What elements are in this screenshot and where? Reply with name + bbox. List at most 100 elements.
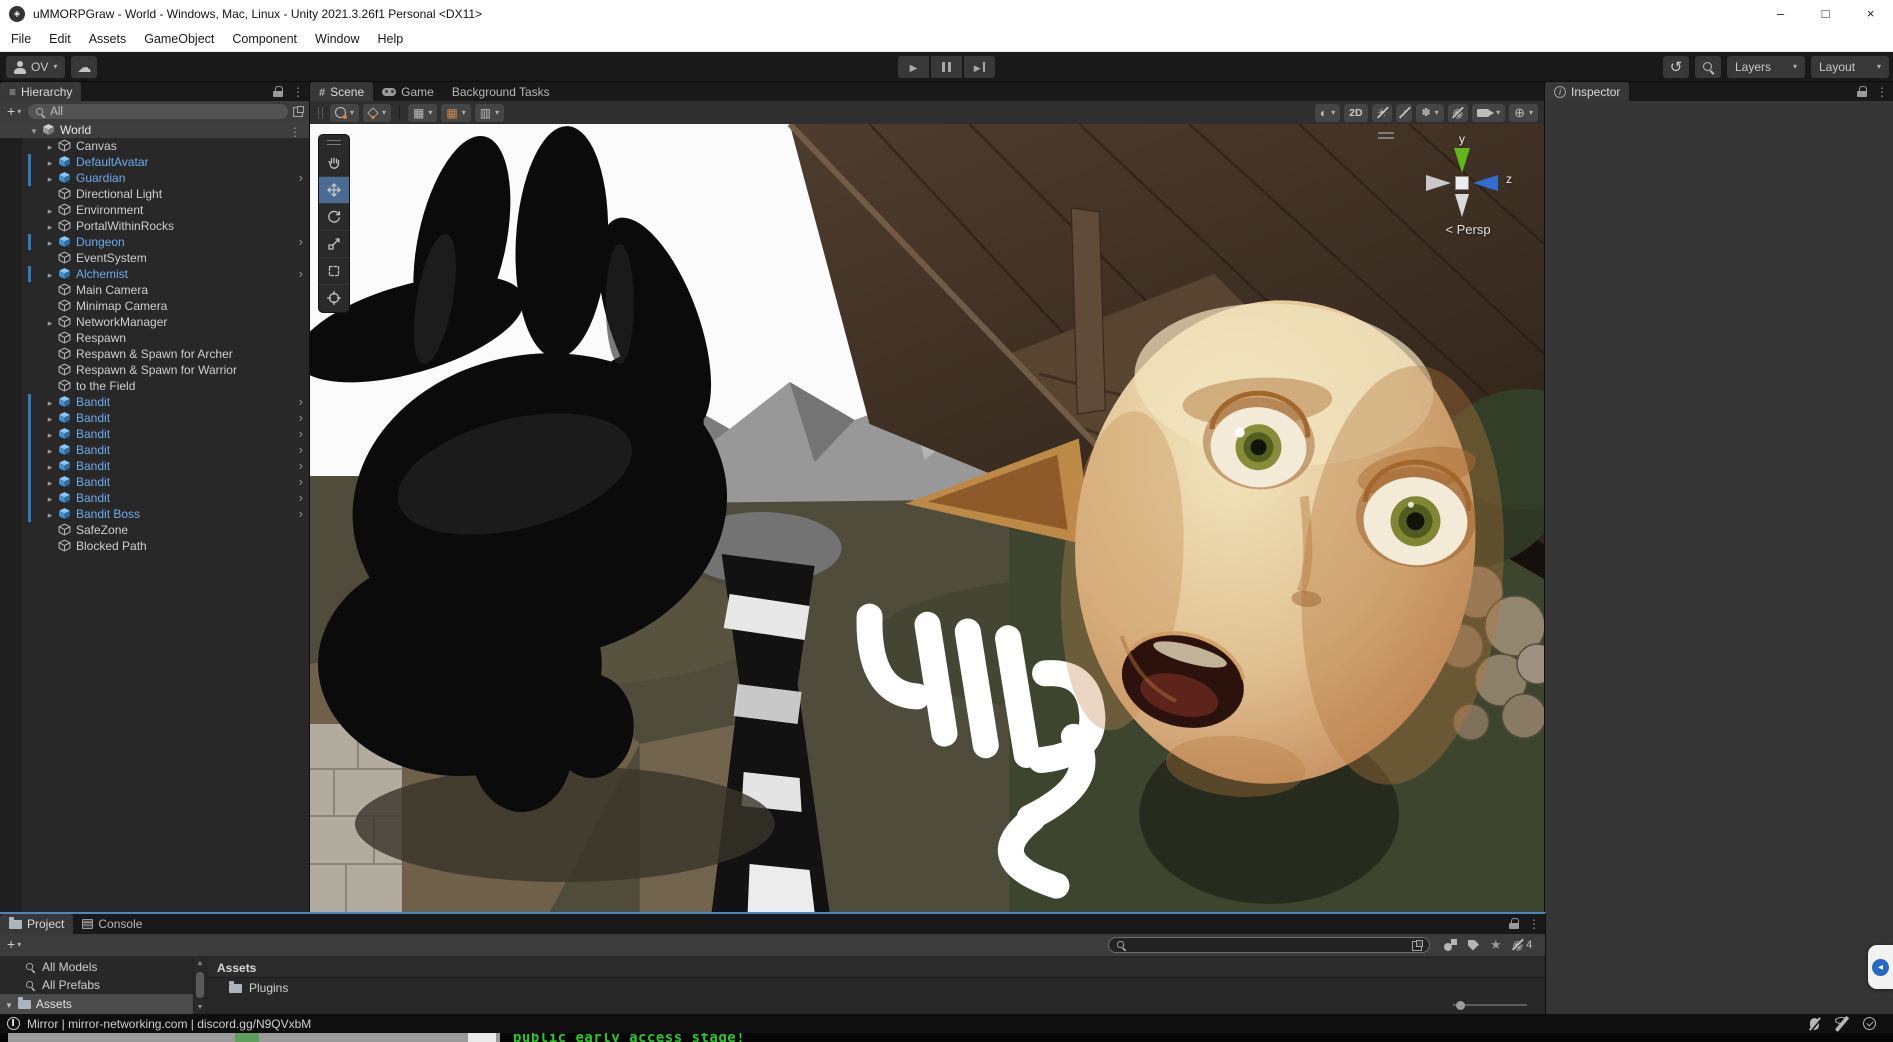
expand-arrow-icon[interactable] (28, 122, 40, 138)
tab-inspector[interactable]: Inspector (1545, 82, 1629, 101)
tab-project[interactable]: Project (0, 914, 73, 934)
menu-item[interactable]: Window (306, 27, 368, 52)
menu-item[interactable]: Component (223, 27, 306, 52)
hierarchy-item[interactable]: DefaultAvatar (0, 154, 309, 170)
hierarchy-item[interactable]: NetworkManager (0, 314, 309, 330)
scroll-thumb[interactable] (196, 972, 204, 998)
effects-dropdown[interactable] (1416, 104, 1443, 122)
children-chevron-icon[interactable] (299, 490, 303, 505)
camera-settings-dropdown[interactable] (1472, 104, 1505, 122)
search-by-type-icon[interactable] (1444, 939, 1457, 951)
search-button[interactable] (1695, 56, 1721, 78)
children-chevron-icon[interactable] (299, 458, 303, 473)
cloud-services-button[interactable] (71, 56, 97, 78)
expand-arrow-icon[interactable] (44, 410, 56, 426)
hand-tool[interactable] (319, 149, 349, 176)
children-chevron-icon[interactable] (299, 170, 303, 185)
hierarchy-item[interactable]: Minimap Camera (0, 298, 309, 314)
hierarchy-item[interactable]: Bandit (0, 442, 309, 458)
children-chevron-icon[interactable] (299, 442, 303, 457)
favorite-search-item[interactable]: All Prefabs (0, 976, 193, 994)
neg-y-axis-cone[interactable] (1455, 194, 1469, 217)
scroll-down-icon[interactable] (194, 1002, 206, 1014)
gizmo-center-cube[interactable] (1455, 176, 1469, 190)
teamviewer-dock-tab[interactable] (1868, 945, 1893, 989)
expand-arrow-icon[interactable] (44, 154, 56, 170)
maximize-button[interactable]: □ (1803, 0, 1848, 27)
hierarchy-item[interactable]: Guardian (0, 170, 309, 186)
gizmos-dropdown[interactable] (1509, 104, 1538, 122)
debugger-disabled-icon[interactable] (1810, 1018, 1819, 1030)
scene-audio-toggle[interactable] (1396, 104, 1412, 122)
overlay-drag-handle[interactable] (327, 140, 341, 145)
tab-background-tasks[interactable]: Background Tasks (443, 82, 559, 101)
step-button[interactable] (964, 56, 995, 78)
expand-arrow-icon[interactable] (44, 170, 56, 186)
asset-folder-row[interactable]: Plugins (207, 978, 1545, 998)
save-search-icon[interactable] (1490, 936, 1502, 954)
hierarchy-item[interactable]: Bandit (0, 458, 309, 474)
hierarchy-item[interactable]: Bandit (0, 410, 309, 426)
move-tool[interactable] (319, 176, 349, 203)
cache-server-disabled-icon[interactable] (1835, 1017, 1847, 1030)
hierarchy-item[interactable]: Main Camera (0, 282, 309, 298)
search-popout-icon[interactable] (1412, 940, 1423, 951)
hierarchy-item[interactable]: Blocked Path (0, 538, 309, 554)
rotate-tool[interactable] (319, 203, 349, 230)
menu-item[interactable]: Edit (40, 27, 80, 52)
hierarchy-item[interactable]: Bandit (0, 490, 309, 506)
account-dropdown[interactable]: OV (6, 56, 65, 78)
background-activity-icon[interactable] (1863, 1017, 1876, 1030)
scene-viewport[interactable]: y z < Persp (310, 124, 1544, 912)
hierarchy-item[interactable]: PortalWithinRocks (0, 218, 309, 234)
toolbar-grip[interactable] (318, 107, 323, 119)
overlay-handle[interactable] (1378, 132, 1394, 139)
orientation-gizmo[interactable]: y z < Persp (1420, 132, 1516, 242)
expand-arrow-icon[interactable] (44, 202, 56, 218)
play-button[interactable] (898, 56, 929, 78)
menu-item[interactable]: Help (368, 27, 412, 52)
hierarchy-item[interactable]: Bandit (0, 474, 309, 490)
menu-item[interactable]: File (2, 27, 40, 52)
scene-lighting-toggle[interactable] (1372, 104, 1393, 122)
rect-tool[interactable] (319, 257, 349, 284)
children-chevron-icon[interactable] (299, 426, 303, 441)
expand-arrow-icon[interactable] (44, 266, 56, 282)
hierarchy-item[interactable]: Bandit (0, 426, 309, 442)
lock-icon[interactable] (1857, 86, 1867, 97)
undo-history-button[interactable] (1663, 56, 1689, 78)
scene-visibility-toggle[interactable] (1448, 104, 1468, 122)
hierarchy-item[interactable]: Respawn (0, 330, 309, 346)
hierarchy-item[interactable]: Alchemist (0, 266, 309, 282)
children-chevron-icon[interactable] (299, 234, 303, 249)
scroll-up-icon[interactable] (194, 958, 206, 970)
lock-icon[interactable] (273, 86, 283, 97)
expand-arrow-icon[interactable] (44, 490, 56, 506)
expand-arrow-icon[interactable] (44, 474, 56, 490)
menu-item[interactable]: GameObject (135, 27, 223, 52)
hierarchy-item[interactable]: Respawn & Spawn for Warrior (0, 362, 309, 378)
layout-dropdown[interactable]: Layout (1811, 56, 1889, 78)
children-chevron-icon[interactable] (299, 506, 303, 521)
scene-root-row[interactable]: World (0, 122, 309, 138)
transform-tool[interactable] (319, 284, 349, 311)
hierarchy-item[interactable]: EventSystem (0, 250, 309, 266)
tab-game[interactable]: Game (373, 82, 443, 101)
measure-dropdown[interactable] (475, 104, 504, 122)
children-chevron-icon[interactable] (299, 410, 303, 425)
hierarchy-search-input[interactable]: All (28, 104, 288, 119)
expand-arrow-icon[interactable] (44, 506, 56, 522)
hierarchy-item[interactable]: Bandit (0, 394, 309, 410)
status-message[interactable]: Mirror | mirror-networking.com | discord… (27, 1017, 311, 1031)
expand-arrow-icon[interactable] (44, 442, 56, 458)
panel-menu-icon[interactable] (292, 83, 304, 101)
expand-arrow-icon[interactable] (44, 394, 56, 410)
assets-root-row[interactable]: Assets (0, 994, 193, 1014)
pause-button[interactable] (931, 56, 962, 78)
children-chevron-icon[interactable] (299, 266, 303, 281)
menu-item[interactable]: Assets (80, 27, 136, 52)
perspective-toggle[interactable]: < Persp (1420, 222, 1516, 237)
hierarchy-item[interactable]: Environment (0, 202, 309, 218)
panel-menu-icon[interactable] (1528, 915, 1540, 933)
debug-mode-dropdown[interactable] (363, 104, 391, 122)
